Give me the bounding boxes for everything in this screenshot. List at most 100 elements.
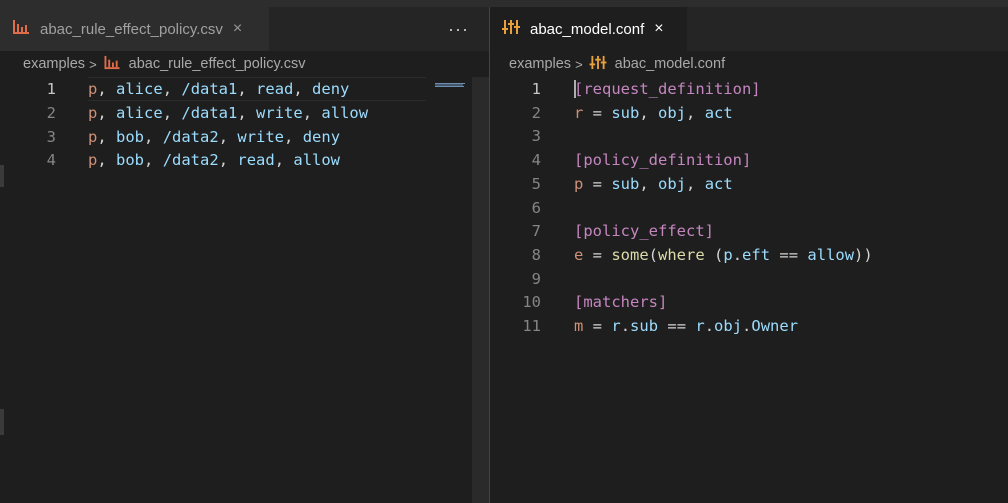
code-token: =	[583, 103, 612, 122]
code-line: p = sub, obj, act	[574, 172, 733, 196]
code-token: [policy_effect]	[574, 222, 714, 241]
line-number: 7	[531, 222, 541, 241]
code-line: [request_definition]	[574, 77, 761, 101]
code-token: allow	[293, 151, 341, 170]
code-line: p, bob, /data2, read, allow	[88, 148, 340, 172]
line-number: 1	[46, 80, 56, 98]
code-line: p, alice, /data1, write, allow	[88, 101, 368, 125]
code-token: ,	[144, 151, 163, 170]
code-token: (	[648, 245, 659, 264]
code-token: obj	[658, 103, 687, 122]
code-token: .	[620, 317, 631, 335]
code-token: ,	[97, 127, 117, 146]
close-icon[interactable]: ×	[233, 21, 242, 37]
code-token: write	[237, 127, 285, 146]
code-token: ,	[302, 103, 322, 122]
code-token: sub	[630, 317, 659, 335]
code-token: p	[723, 245, 733, 264]
code-token: =	[583, 245, 612, 264]
code-token: read	[256, 80, 294, 98]
code-token: /data1	[181, 80, 238, 98]
right-editor-group: abac_model.conf × examples > abac_model.…	[490, 7, 1008, 503]
code-token: some	[611, 245, 649, 264]
code-token: act	[704, 103, 733, 122]
code-token: ,	[97, 151, 117, 170]
conf-editor[interactable]: 1 [request_definition] 2 r = sub, obj, act 3…	[490, 77, 1008, 503]
code-token: /data2	[162, 127, 219, 146]
code-token: allow	[321, 103, 369, 122]
code-token: .	[732, 245, 743, 264]
left-tab-bar: abac_rule_effect_policy.csv × ···	[0, 7, 489, 51]
code-token: bob	[116, 151, 145, 170]
code-token: p	[574, 174, 584, 193]
gutter-marker	[0, 409, 4, 435]
breadcrumb: examples > abac_rule_effect_policy.csv	[0, 51, 489, 77]
code-line: r = sub, obj, act	[574, 101, 733, 125]
code-token: ,	[686, 174, 705, 193]
line-number: 6	[531, 198, 541, 217]
chevron-right-icon: >	[89, 56, 97, 72]
code-token: ,	[97, 80, 117, 98]
minimap[interactable]	[435, 83, 465, 87]
code-line: [matchers]	[574, 290, 667, 314]
code-token: /data2	[162, 151, 219, 170]
code-token: ,	[218, 127, 238, 146]
more-actions-icon[interactable]: ···	[448, 19, 469, 40]
line-number: 4	[531, 151, 541, 170]
code-token: ,	[639, 174, 659, 193]
tab-label: abac_model.conf	[530, 20, 645, 38]
tab-abac-model-conf[interactable]: abac_model.conf ×	[490, 7, 687, 51]
code-token: act	[704, 174, 733, 193]
breadcrumb-folder[interactable]: examples	[509, 56, 571, 72]
breadcrumb-folder[interactable]: examples	[23, 56, 85, 72]
code-token: =	[583, 317, 612, 335]
code-token: ,	[218, 151, 238, 170]
breadcrumb: examples > abac_model.conf	[490, 51, 1008, 77]
code-token: ,	[144, 127, 163, 146]
left-editor-group: abac_rule_effect_policy.csv × ··· exampl…	[0, 7, 489, 503]
code-token: ,	[284, 127, 303, 146]
code-token: obj	[658, 174, 687, 193]
code-token: p	[88, 103, 98, 122]
settings-file-icon	[589, 55, 607, 74]
gutter-marker	[0, 165, 4, 187]
line-number: 3	[531, 127, 541, 146]
code-token: ,	[237, 80, 257, 98]
code-token: deny	[312, 80, 350, 98]
breadcrumb-file[interactable]: abac_model.conf	[615, 56, 725, 72]
code-token: e	[574, 245, 584, 264]
line-number: 2	[46, 103, 56, 122]
code-token: ,	[162, 80, 182, 98]
line-number: 1	[531, 80, 541, 98]
breadcrumb-file[interactable]: abac_rule_effect_policy.csv	[129, 56, 306, 72]
code-line: p, bob, /data2, write, deny	[88, 125, 340, 149]
code-token: ,	[97, 103, 117, 122]
tab-label: abac_rule_effect_policy.csv	[40, 20, 223, 38]
code-token: /data1	[181, 103, 238, 122]
code-token: r	[574, 103, 584, 122]
tab-abac-rule-effect-policy-csv[interactable]: abac_rule_effect_policy.csv ×	[0, 7, 269, 51]
line-number: 4	[46, 151, 56, 170]
code-line: p, alice, /data1, read, deny	[88, 77, 349, 101]
close-icon[interactable]: ×	[654, 21, 663, 37]
code-token: [request_definition]	[574, 80, 761, 98]
code-line: [policy_effect]	[574, 219, 714, 243]
code-token: m	[574, 317, 584, 335]
code-token: ,	[639, 103, 659, 122]
line-number: 11	[522, 317, 541, 335]
right-tab-bar: abac_model.conf ×	[490, 7, 1008, 51]
code-token: ))	[854, 245, 873, 264]
code-token: ==	[658, 317, 696, 335]
vertical-scrollbar[interactable]	[472, 77, 489, 503]
code-token: ,	[686, 103, 705, 122]
code-line: e = some(where (p.eft == allow))	[574, 243, 873, 267]
line-number: 8	[531, 245, 541, 264]
code-token: alice	[116, 80, 163, 98]
code-token: sub	[611, 174, 640, 193]
csv-editor[interactable]: 1 p, alice, /data1, read, deny 2 p, alice, …	[0, 77, 489, 503]
code-token: alice	[116, 103, 163, 122]
code-token: .	[742, 317, 752, 335]
code-token: ,	[293, 80, 313, 98]
code-token: =	[583, 174, 612, 193]
line-number: 10	[522, 293, 541, 312]
